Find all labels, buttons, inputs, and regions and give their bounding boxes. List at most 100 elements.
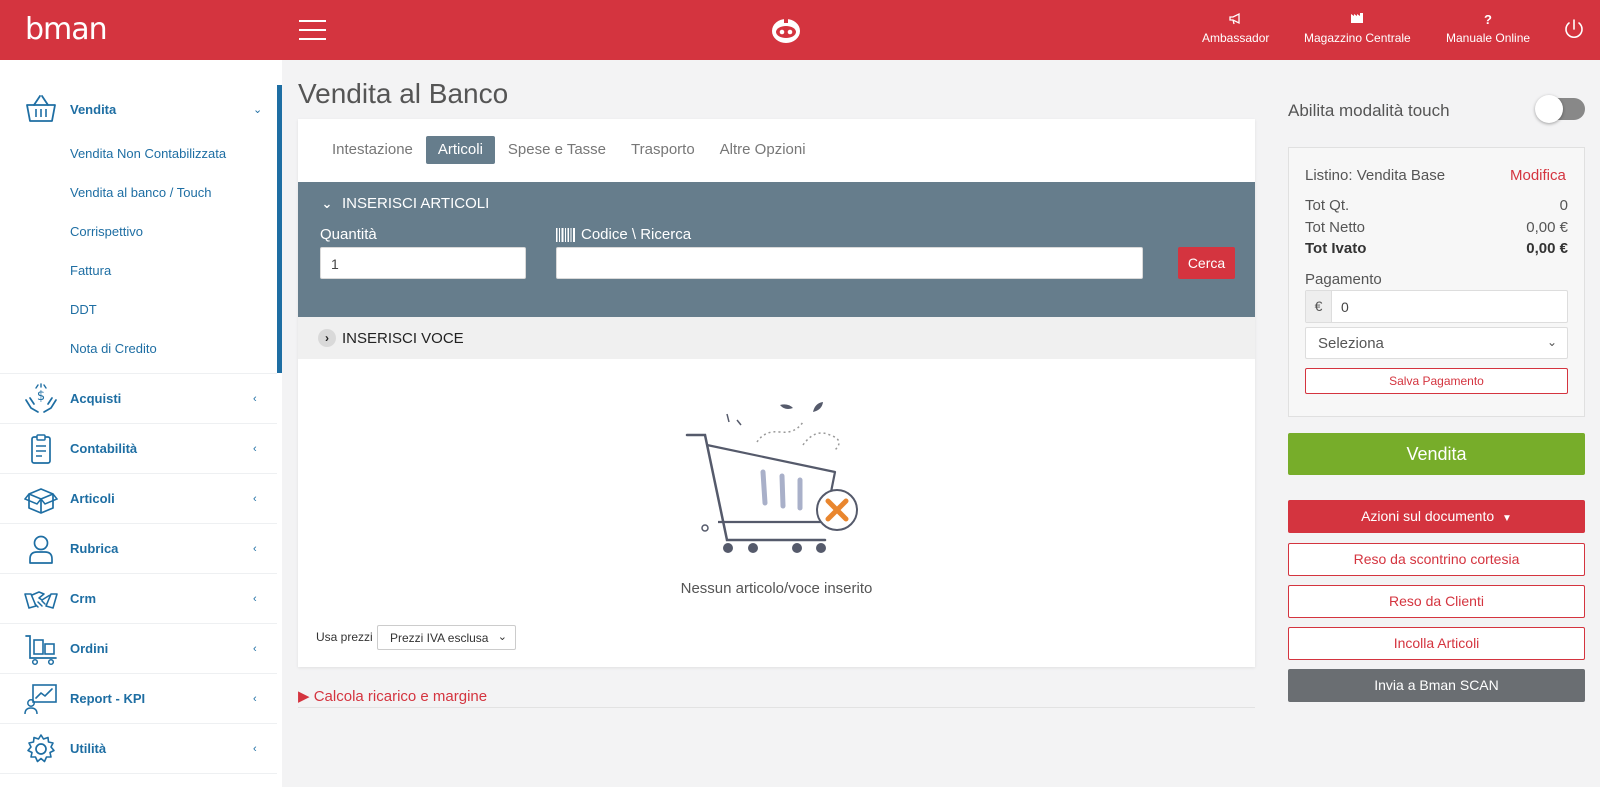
vendita-button[interactable]: Vendita [1288,433,1585,475]
box-icon [24,487,58,514]
modifica-link[interactable]: Modifica [1510,167,1566,184]
usa-prezzi-select[interactable]: Prezzi IVA esclusa ⌄ [377,625,516,650]
azioni-documento-label: Azioni sul documento [1361,508,1495,524]
sidebar-item-label: Acquisti [70,391,122,406]
sidebar-item-report-kpi[interactable]: Report - KPI ‹ [0,674,277,724]
sidebar-subitem-corrispettivo[interactable]: Corrispettivo [70,224,143,239]
quantita-input[interactable]: 1 [320,247,526,279]
sidebar-item-acquisti[interactable]: $ Acquisti ‹ [0,374,277,424]
user-icon [29,535,53,564]
luggage-cart-icon [25,634,57,665]
chevron-left-icon: ‹ [253,592,257,605]
sidebar-subitem-fattura[interactable]: Fattura [70,263,111,278]
quantita-label: Quantità [320,226,377,243]
chevron-right-icon: › [318,329,336,347]
calcola-ricarico-label: Calcola ricarico e margine [313,688,488,705]
tab-intestazione[interactable]: Intestazione [320,136,425,164]
incolla-articoli-button[interactable]: Incolla Articoli [1288,627,1585,660]
chevron-down-icon: ⌄ [321,195,333,211]
ambassador-label: Ambassador [1202,31,1270,45]
pagamento-method-value: Seleziona [1318,335,1384,352]
pagamento-amount-value: 0 [1341,299,1349,315]
megaphone-icon [1229,12,1243,28]
tab-spese-e-tasse[interactable]: Spese e Tasse [496,136,618,164]
mascot-icon[interactable] [771,16,801,44]
clipboard-icon [31,433,51,464]
hands-money-icon: $ [25,382,57,413]
reso-clienti-button[interactable]: Reso da Clienti [1288,585,1585,618]
pagamento-method-select[interactable]: Seleziona ⌄ [1305,327,1568,359]
sidebar-item-rubrica[interactable]: Rubrica ‹ [0,524,277,574]
toggle-knob [1535,95,1563,123]
power-icon[interactable] [1563,18,1585,40]
sidebar-item-label: Crm [70,591,97,606]
invia-bman-scan-button[interactable]: Invia a Bman SCAN [1288,669,1585,702]
chart-screen-icon [24,683,57,714]
tot-qt-label: Tot Qt. [1305,197,1350,214]
reso-scontrino-cortesia-button[interactable]: Reso da scontrino cortesia [1288,543,1585,576]
sidebar-item-crm[interactable]: Crm ‹ [0,574,277,624]
sidebar-item-contabilita[interactable]: Contabilità ‹ [0,424,277,474]
ambassador-nav[interactable]: Ambassador [1202,12,1269,45]
sidebar-item-label: Report - KPI [70,691,146,706]
tab-altre-opzioni[interactable]: Altre Opzioni [708,136,818,164]
codice-ricerca-input[interactable] [556,247,1143,279]
sidebar-subitem-vendita-non-contabilizzata[interactable]: Vendita Non Contabilizzata [70,146,226,161]
tab-trasporto[interactable]: Trasporto [619,136,707,164]
bman-logo[interactable]: bman [25,12,108,47]
svg-text:$: $ [37,389,45,404]
sidebar-subitem-nota-di-credito[interactable]: Nota di Credito [70,341,157,356]
salva-pagamento-button[interactable]: Salva Pagamento [1305,368,1568,394]
tab-articoli[interactable]: Articoli [425,136,495,164]
sidebar-item-label: Articoli [70,491,115,506]
sidebar-item-ordini[interactable]: Ordini ‹ [0,624,277,674]
touch-mode-toggle[interactable] [1535,95,1585,123]
chevron-down-icon: ⌄ [497,631,507,643]
euro-icon: € [1306,291,1332,322]
sidebar-subitem-ddt[interactable]: DDT [70,302,97,317]
usa-prezzi-value: Prezzi IVA esclusa [390,631,489,645]
codice-ricerca-label-wrap: Codice \ Ricerca [556,226,691,243]
azioni-documento-button[interactable]: Azioni sul documento ▼ [1288,500,1585,533]
tot-ivato-value: 0,00 € [1526,240,1568,257]
sidebar-item-label: Ordini [70,641,109,656]
codice-ricerca-label: Codice \ Ricerca [581,226,692,243]
manuale-online-label: Manuale Online [1446,31,1531,45]
sidebar-item-articoli[interactable]: Articoli ‹ [0,474,277,524]
magazzino-centrale-label: Magazzino Centrale [1304,31,1411,45]
inserisci-articoli-header[interactable]: ⌄ INSERISCI ARTICOLI [318,195,490,212]
pagamento-label: Pagamento [1305,271,1382,288]
touch-mode-label: Abilita modalità touch [1288,101,1450,120]
sidebar-item-utilita[interactable]: Utilità ‹ [0,724,277,774]
pagamento-amount-field[interactable]: € 0 [1305,290,1568,323]
chevron-down-icon: ⌄ [253,103,263,116]
sidebar-item-label: Utilità [70,741,107,756]
cerca-button[interactable]: Cerca [1178,247,1235,279]
basket-icon [26,95,56,122]
tot-qt-value: 0 [1559,197,1568,214]
sidebar: Vendita ⌄ Vendita Non Contabilizzata Ven… [0,60,282,787]
tot-ivato-label: Tot Ivato [1305,240,1367,257]
magazzino-centrale-nav[interactable]: Magazzino Centrale [1304,12,1411,45]
inserisci-voce-title: INSERISCI VOCE [342,329,464,347]
hamburger-menu-icon[interactable] [299,20,326,40]
chevron-left-icon: ‹ [253,392,257,405]
sidebar-item-label: Contabilità [70,441,138,456]
inserisci-articoli-title: INSERISCI ARTICOLI [342,195,490,212]
listino-label: Listino: Vendita Base [1305,167,1446,184]
tot-netto-label: Tot Netto [1305,219,1366,236]
calcola-ricarico-toggle[interactable]: ▶ Calcola ricarico e margine [298,687,487,705]
inserisci-voce-header[interactable]: › INSERISCI VOCE [318,329,464,347]
page-title: Vendita al Banco [298,78,509,109]
inserisci-voce-panel: › INSERISCI VOCE [298,317,1255,359]
empty-cart-illustration [685,402,858,553]
triangle-right-icon: ▶ [298,688,310,705]
sidebar-item-vendita[interactable]: Vendita ⌄ [0,84,277,134]
manuale-online-nav[interactable]: ? Manuale Online [1446,12,1530,45]
sidebar-subitem-vendita-banco-touch[interactable]: Vendita al banco / Touch [70,185,211,200]
chevron-left-icon: ‹ [253,442,257,455]
chevron-left-icon: ‹ [253,542,257,555]
usa-prezzi-label: Usa prezzi [316,630,373,644]
sidebar-item-label: Vendita [70,101,117,117]
tot-netto-value: 0,00 € [1526,219,1568,236]
